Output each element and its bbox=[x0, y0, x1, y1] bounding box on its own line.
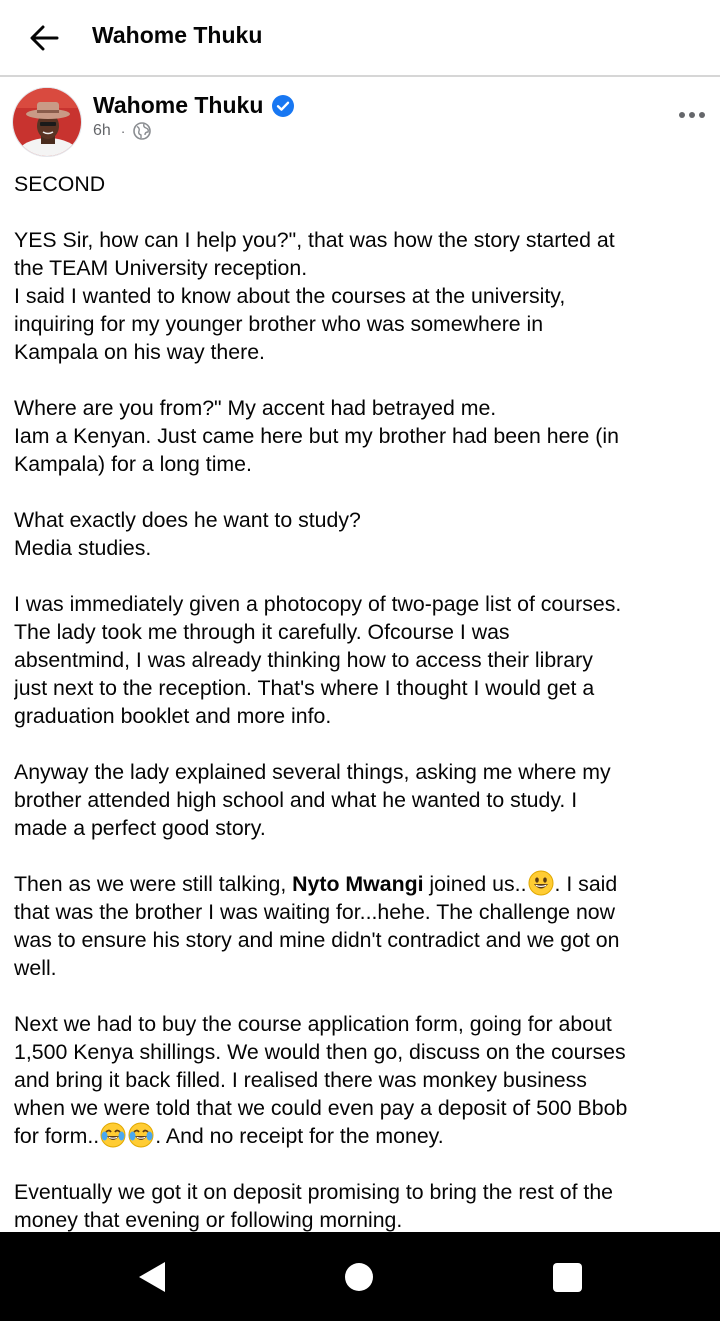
text-line: absentmind, I was already thinking how t… bbox=[14, 648, 593, 672]
text-fragment: joined us.. bbox=[423, 872, 527, 896]
text-line: Kampala) for a long time. bbox=[14, 452, 252, 476]
text-line: The lady took me through it carefully. O… bbox=[14, 620, 510, 644]
more-options-button[interactable] bbox=[678, 103, 706, 127]
paragraph: Next we had to buy the course applicatio… bbox=[14, 1010, 714, 1150]
nav-recents-button[interactable] bbox=[553, 1263, 582, 1292]
text-line: I was immediately given a photocopy of t… bbox=[14, 592, 622, 616]
arrow-left-icon bbox=[30, 25, 59, 51]
text-line: that was the brother I was waiting for..… bbox=[14, 900, 616, 924]
text-fragment: Then as we were still talking, bbox=[14, 872, 293, 896]
text-fragment: . And no receipt for the money. bbox=[155, 1124, 444, 1148]
text-line: and bring it back filled. I realised the… bbox=[14, 1068, 587, 1092]
text-line: the TEAM University reception. bbox=[14, 256, 308, 280]
profile-photo bbox=[13, 88, 81, 156]
post-time[interactable]: 6h bbox=[93, 122, 111, 140]
more-horizontal-icon bbox=[679, 112, 705, 118]
author-line: Wahome Thuku bbox=[93, 92, 295, 119]
text-line: when we were told that we could even pay… bbox=[14, 1096, 628, 1120]
system-navigation-bar bbox=[0, 1232, 720, 1321]
verified-badge-icon bbox=[272, 94, 295, 117]
text-line: well. bbox=[14, 956, 57, 980]
text-fragment: . I said bbox=[554, 872, 618, 896]
mention-link[interactable]: Nyto Mwangi bbox=[292, 872, 423, 896]
meta-separator: · bbox=[120, 123, 126, 139]
text-line: graduation booklet and more info. bbox=[14, 704, 332, 728]
back-button[interactable] bbox=[24, 20, 64, 56]
nav-home-button[interactable] bbox=[345, 1263, 373, 1291]
paragraph: YES Sir, how can I help you?", that was … bbox=[14, 226, 714, 366]
text-line: Next we had to buy the course applicatio… bbox=[14, 1012, 612, 1036]
paragraph-heading: SECOND bbox=[14, 170, 714, 198]
paragraph: Anyway the lady explained several things… bbox=[14, 758, 714, 842]
text-line: Media studies. bbox=[14, 536, 152, 560]
text-line: made a perfect good story. bbox=[14, 816, 266, 840]
text-line-with-mention: Then as we were still talking, Nyto Mwan… bbox=[14, 870, 714, 898]
paragraph: I was immediately given a photocopy of t… bbox=[14, 590, 714, 730]
globe-icon[interactable] bbox=[133, 122, 152, 140]
text-line: was to ensure his story and mine didn't … bbox=[14, 928, 620, 952]
text-line: Iam a Kenyan. Just came here but my brot… bbox=[14, 424, 619, 448]
text-line: Anyway the lady explained several things… bbox=[14, 760, 611, 784]
avatar[interactable] bbox=[12, 87, 82, 157]
text-line: just next to the reception. That's where… bbox=[14, 676, 595, 700]
text-line: 1,500 Kenya shillings. We would then go,… bbox=[14, 1040, 626, 1064]
face-with-tears-of-joy-emoji bbox=[100, 1122, 126, 1148]
author-name[interactable]: Wahome Thuku bbox=[93, 92, 263, 119]
post-header: Wahome Thuku 6h · bbox=[0, 77, 720, 165]
text-line-with-emoji: for form.. . And no receipt for the money… bbox=[14, 1122, 714, 1150]
text-line: Kampala on his way there. bbox=[14, 340, 265, 364]
text-line: Eventually we got it on deposit promisin… bbox=[14, 1180, 614, 1204]
text-line: YES Sir, how can I help you?", that was … bbox=[14, 228, 615, 252]
text-fragment: for form.. bbox=[14, 1124, 100, 1148]
paragraph: Eventually we got it on deposit promisin… bbox=[14, 1178, 714, 1232]
text-line: brother attended high school and what he… bbox=[14, 788, 578, 812]
grinning-face-emoji bbox=[528, 870, 554, 896]
nav-back-icon[interactable] bbox=[136, 1260, 168, 1294]
text-line: I said I wanted to know about the course… bbox=[14, 284, 566, 308]
post-meta: 6h · bbox=[93, 122, 152, 140]
text-line: What exactly does he want to study? bbox=[14, 508, 361, 532]
text-line: inquiring for my younger brother who was… bbox=[14, 312, 544, 336]
text-line: Where are you from?" My accent had betra… bbox=[14, 396, 497, 420]
text-line: money that evening or following morning. bbox=[14, 1208, 403, 1232]
post-text: SECOND YES Sir, how can I help you?", th… bbox=[14, 170, 714, 1232]
paragraph: What exactly does he want to study? Medi… bbox=[14, 506, 714, 562]
app-bar: Wahome Thuku bbox=[0, 0, 720, 77]
text-line: SECOND bbox=[14, 172, 106, 196]
paragraph: Then as we were still talking, Nyto Mwan… bbox=[14, 870, 714, 982]
page-title: Wahome Thuku bbox=[92, 22, 263, 48]
paragraph: Where are you from?" My accent had betra… bbox=[14, 394, 714, 478]
face-with-tears-of-joy-emoji bbox=[128, 1122, 154, 1148]
